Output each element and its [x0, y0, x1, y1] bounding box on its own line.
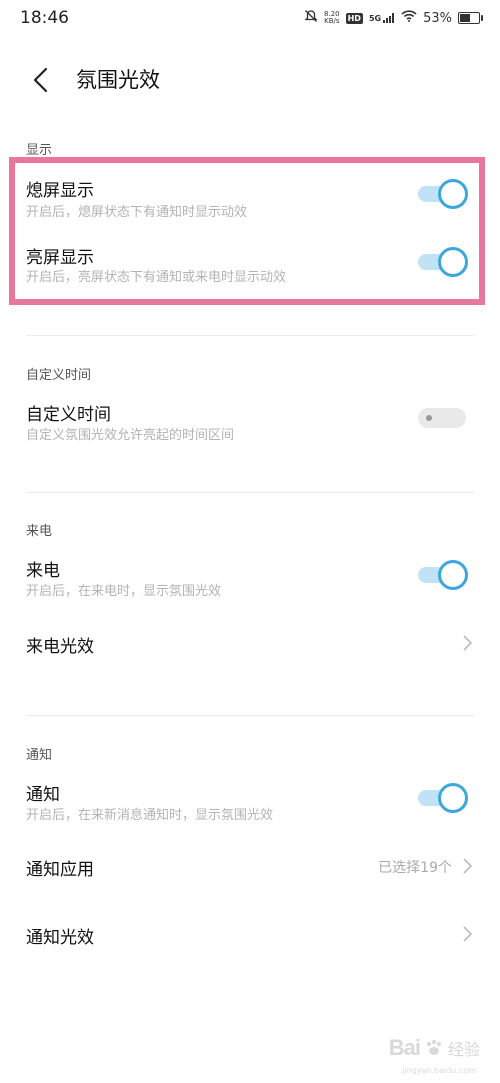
call-title: 来电	[26, 561, 60, 581]
chevron-right-icon	[463, 858, 473, 874]
back-button[interactable]	[28, 64, 56, 96]
section-label-call: 来电	[26, 524, 53, 539]
watermark-text: 经验	[447, 1040, 480, 1059]
battery-fill	[460, 14, 470, 22]
status-icons: 8.20 KB/s HD 5G 53%	[304, 9, 483, 27]
signal-icon: 5G	[369, 13, 395, 23]
battery-icon	[458, 12, 483, 24]
wifi-icon	[401, 10, 417, 26]
divider	[26, 335, 474, 336]
notify-effect-row[interactable]: 通知光效	[0, 906, 500, 962]
call-effect-title: 来电光效	[26, 637, 94, 657]
paw-icon	[426, 1039, 442, 1055]
mute-bell-icon	[304, 9, 318, 27]
notify-apps-row[interactable]: 通知应用 已选择19个	[0, 838, 500, 894]
section-label-custom-time: 自定义时间	[26, 368, 92, 383]
watermark-logo: Bai	[388, 1035, 421, 1060]
notify-subtitle: 开启后，在来新消息通知时，显示氛围光效	[26, 808, 274, 823]
call-effect-row[interactable]: 来电光效	[0, 615, 500, 671]
page-title: 氛围光效	[76, 68, 160, 92]
watermark-url: jingyan.baidu.com	[402, 1066, 476, 1075]
call-toggle[interactable]	[418, 560, 468, 590]
divider	[26, 715, 474, 716]
custom-time-title: 自定义时间	[26, 405, 111, 425]
net-speed: 8.20 KB/s	[324, 10, 340, 25]
custom-time-subtitle: 自定义氛围光效允许亮起的时间区间	[26, 428, 235, 443]
notify-apps-value: 已选择19个	[378, 860, 452, 876]
back-arrow-icon	[33, 67, 48, 93]
section-label-notify: 通知	[26, 748, 53, 763]
divider	[26, 492, 474, 493]
notify-effect-title: 通知光效	[26, 928, 94, 948]
section-label-display: 显示	[26, 143, 53, 158]
baidu-watermark: Bai 经验	[389, 1035, 480, 1061]
status-time: 18:46	[20, 8, 69, 28]
hd-icon: HD	[345, 12, 363, 24]
chevron-right-icon	[463, 635, 473, 651]
custom-time-toggle[interactable]	[418, 406, 468, 430]
notify-apps-title: 通知应用	[26, 860, 94, 880]
highlight-annotation-box	[9, 157, 485, 305]
battery-percent: 53%	[423, 10, 452, 26]
chevron-right-icon	[463, 926, 473, 942]
call-subtitle: 开启后，在来电时，显示氛围光效	[26, 584, 222, 599]
notify-toggle[interactable]	[418, 783, 468, 813]
notify-title: 通知	[26, 785, 60, 805]
